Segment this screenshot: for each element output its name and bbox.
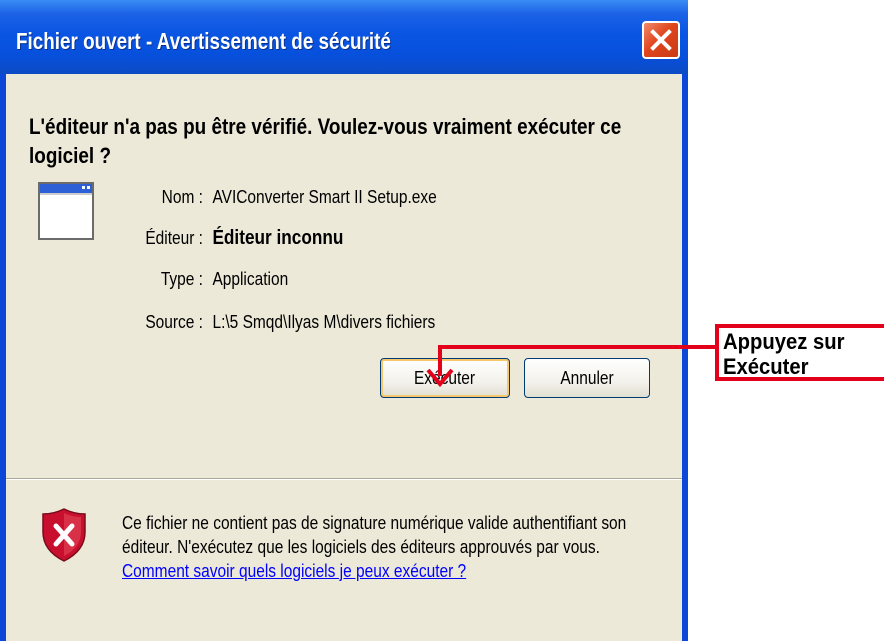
cancel-button-label: Annuler	[560, 368, 614, 388]
dialog-body: L'éditeur n'a pas pu être vérifié. Voule…	[6, 74, 682, 641]
security-shield-icon	[42, 508, 86, 562]
source-row: Source : L:\5 Smqd\Ilyas M\divers fichie…	[123, 312, 435, 333]
dialog-headline: L'éditeur n'a pas pu être vérifié. Voule…	[29, 114, 622, 168]
publisher-row: Éditeur : Éditeur inconnu	[123, 227, 343, 250]
run-button-label: Exécuter	[414, 368, 476, 388]
annotation-text: Appuyez sur Exécuter	[723, 329, 855, 379]
run-button[interactable]: Exécuter	[380, 358, 510, 398]
annotation-line-1: Appuyez sur	[723, 329, 845, 354]
publisher-value: Éditeur inconnu	[212, 227, 344, 249]
help-link[interactable]: Comment savoir quels logiciels je peux e…	[122, 561, 466, 581]
publisher-label: Éditeur :	[145, 228, 203, 248]
source-value: L:\5 Smqd\Ilyas M\divers fichiers	[212, 312, 436, 332]
name-label: Nom :	[161, 187, 203, 207]
type-row: Type : Application	[123, 269, 288, 290]
screenshot: Fichier ouvert - Avertissement de sécuri…	[0, 0, 884, 641]
cancel-button[interactable]: Annuler	[524, 358, 650, 398]
close-button[interactable]	[642, 21, 680, 59]
security-warning-text: Ce fichier ne contient pas de signature …	[122, 511, 655, 583]
warning-message: Ce fichier ne contient pas de signature …	[122, 513, 627, 557]
divider	[6, 478, 682, 480]
name-row: Nom : AVIConverter Smart II Setup.exe	[123, 187, 437, 208]
window-title: Fichier ouvert - Avertissement de sécuri…	[16, 28, 391, 54]
source-label: Source :	[145, 312, 203, 332]
type-value: Application	[212, 269, 289, 289]
close-x-icon	[650, 29, 672, 51]
application-window-icon	[38, 182, 94, 240]
title-bar[interactable]: Fichier ouvert - Avertissement de sécuri…	[0, 0, 688, 74]
annotation-callout: Appuyez sur Exécuter	[715, 324, 884, 381]
annotation-line-2: Exécuter	[723, 354, 809, 379]
security-warning-dialog: Fichier ouvert - Avertissement de sécuri…	[0, 0, 688, 641]
name-value: AVIConverter Smart II Setup.exe	[212, 187, 437, 207]
type-label: Type :	[160, 269, 203, 289]
